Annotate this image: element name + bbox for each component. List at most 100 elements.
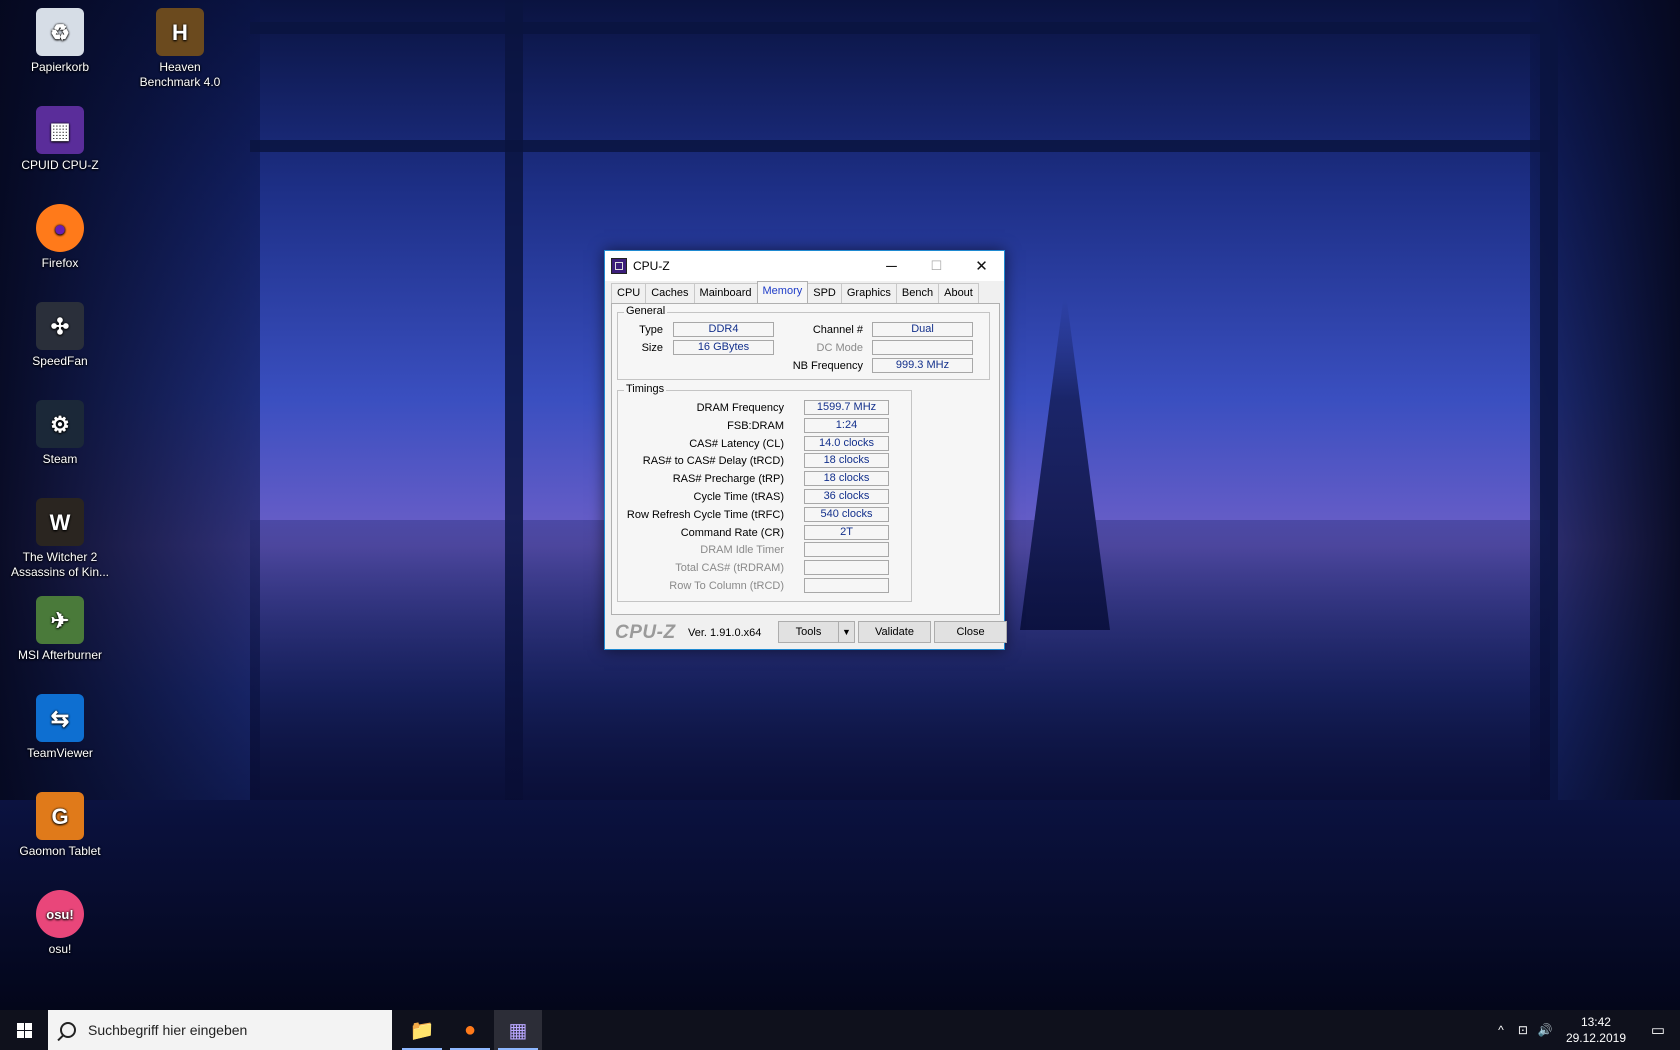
timing-value [804, 542, 889, 558]
timings-group: Timings DRAM Frequency 1599.7 MHz FSB:DRAM… [617, 383, 912, 602]
nbfreq-label: NB Frequency [792, 360, 863, 372]
cpuz-window[interactable]: CPU-Z ─ ☐ ✕ CPU Caches Mainboard Memory SPD G… [604, 250, 1007, 650]
dcmode-value [872, 340, 973, 355]
taskbar: Suchbegriff hier eingeben 📁 ● ▦ ^ ⊡ 🔊 13:4… [0, 1010, 1680, 1050]
clock-date: 29.12.2019 [1565, 1031, 1626, 1045]
timings-legend: Timings [624, 383, 667, 395]
cpuz-icon: ▦ [508, 1019, 528, 1042]
validate-button[interactable]: Validate [858, 621, 931, 643]
timing-label: Row Refresh Cycle Time (tRFC) [626, 508, 784, 521]
timing-label: RAS# to CAS# Delay (tRCD) [642, 455, 784, 468]
network-icon[interactable]: ⊡ [1512, 1023, 1534, 1037]
timing-value: 18 clocks [804, 453, 889, 469]
teamviewer-icon: ⇆ [36, 694, 84, 742]
tab-caches[interactable]: Caches [645, 283, 695, 303]
desktop-icon-witcher[interactable]: W The Witcher 2 Assassins of Kin... [8, 498, 112, 580]
minimize-button[interactable]: ─ [869, 251, 914, 281]
desktop-icon-steam[interactable]: ⚙ Steam [8, 400, 112, 467]
channel-value: Dual [872, 322, 973, 337]
cpuz-icon: ▦ [36, 106, 84, 154]
desktop-icon-speedfan[interactable]: ✣ SpeedFan [8, 302, 112, 369]
search-placeholder: Suchbegriff hier eingeben [88, 1022, 248, 1038]
tab-mainboard[interactable]: Mainboard [693, 283, 758, 303]
desktop-icon-msi-afterburner[interactable]: ✈ MSI Afterburner [8, 596, 112, 663]
recycle-bin-icon: ♻ [36, 8, 84, 56]
desktop-icon-label: Papierkorb [30, 60, 90, 74]
desktop-icon-label: SpeedFan [32, 354, 88, 368]
timing-value [804, 560, 889, 576]
tab-about[interactable]: About [938, 283, 979, 303]
desk-floor [0, 800, 1680, 1010]
search-icon [60, 1022, 76, 1038]
msi-afterburner-icon: ✈ [36, 596, 84, 644]
window-frame-top [250, 22, 1550, 34]
tab-cpu[interactable]: CPU [611, 283, 647, 303]
tools-dropdown-arrow[interactable]: ▼ [839, 621, 855, 643]
maximize-button[interactable]: ☐ [914, 251, 959, 281]
volume-icon[interactable]: 🔊 [1534, 1023, 1556, 1037]
desktop-icon-teamviewer[interactable]: ⇆ TeamViewer [8, 694, 112, 761]
system-tray: ^ ⊡ 🔊 13:42 29.12.2019 ▭ [1490, 1010, 1680, 1050]
timing-label: Cycle Time (tRAS) [693, 491, 784, 503]
desktop-icon-cpuz[interactable]: ▦ CPUID CPU-Z [8, 106, 112, 173]
timing-value: 18 clocks [804, 471, 889, 487]
heaven-benchmark-icon: H [156, 8, 204, 56]
channel-label: Channel # [812, 324, 863, 336]
size-value: 16 GBytes [673, 340, 774, 355]
version-label: Ver. 1.91.0.x64 [688, 627, 762, 639]
timing-label: Total CAS# (tRDRAM) [675, 562, 784, 575]
close-window-button[interactable]: ✕ [959, 251, 1004, 281]
firefox-icon: ● [463, 1018, 477, 1041]
desktop-icon-recycle-bin[interactable]: ♻ Papierkorb [8, 8, 112, 75]
clock-time: 13:42 [1580, 1015, 1611, 1029]
tab-bench[interactable]: Bench [895, 283, 940, 303]
timing-value: 1:24 [804, 417, 889, 433]
desktop-icon-label: Steam [42, 452, 78, 466]
desktop-icon-label: osu! [48, 942, 72, 956]
desktop-icon-label: TeamViewer [27, 746, 93, 760]
window-title: CPU-Z [633, 259, 670, 273]
timing-label: RAS# Precharge (tRP) [672, 473, 784, 486]
desktop-icon-firefox[interactable]: ● Firefox [8, 204, 112, 271]
timing-label: DRAM Frequency [696, 402, 784, 414]
speedfan-icon: ✣ [36, 302, 84, 350]
timing-value: 36 clocks [804, 489, 889, 504]
notifications-icon[interactable]: ▭ [1636, 1021, 1680, 1039]
tools-button[interactable]: Tools [778, 621, 839, 643]
file-explorer-icon: 📁 [409, 1019, 435, 1042]
desktop-icon-label: The Witcher 2 Assassins of Kin... [10, 550, 110, 579]
gaomon-icon: G [36, 792, 84, 840]
timing-label: CAS# Latency (CL) [689, 437, 784, 450]
dcmode-label: DC Mode [816, 342, 863, 354]
tray-chevron-icon[interactable]: ^ [1490, 1023, 1512, 1037]
desktop-icon-heaven-benchmark[interactable]: H Heaven Benchmark 4.0 [128, 8, 232, 90]
cpuz-brand-logo: CPU-Z [615, 622, 676, 643]
witcher-icon: W [36, 498, 84, 546]
taskbar-search-box[interactable]: Suchbegriff hier eingeben [48, 1010, 392, 1050]
pinned-apps: 📁 ● ▦ [398, 1010, 542, 1050]
timing-label: DRAM Idle Timer [700, 544, 784, 557]
window-frame-mid [250, 140, 1550, 152]
title-bar[interactable]: CPU-Z ─ ☐ ✕ [605, 251, 1004, 281]
taskbar-app-cpuz[interactable]: ▦ [494, 1010, 542, 1050]
timing-value: 540 clocks [804, 506, 889, 522]
windows-logo-icon [16, 1022, 32, 1038]
tab-memory[interactable]: Memory [756, 281, 809, 303]
clock[interactable]: 13:42 29.12.2019 [1556, 1014, 1636, 1046]
desktop-icon-label: MSI Afterburner [17, 648, 103, 662]
desktop-icon-gaomon[interactable]: G Gaomon Tablet [8, 792, 112, 859]
desktop-icon-osu[interactable]: osu! osu! [8, 890, 112, 957]
footer-bar: CPU-Z Ver. 1.91.0.x64 Tools ▼ Validate C… [609, 621, 1007, 645]
steam-icon: ⚙ [36, 400, 84, 448]
close-button[interactable]: Close [934, 621, 1007, 643]
memory-panel: General Type DDR4 Size 16 GBytes Channel… [611, 303, 1000, 615]
tab-bar: CPU Caches Mainboard Memory SPD Graphics Bench… [611, 281, 998, 303]
desktop-icon-label: CPUID CPU-Z [21, 158, 99, 172]
start-button[interactable] [0, 1010, 48, 1050]
firefox-icon: ● [36, 204, 84, 252]
timing-value: 14.0 clocks [804, 435, 889, 451]
tab-spd[interactable]: SPD [807, 283, 842, 303]
tab-graphics[interactable]: Graphics [840, 283, 897, 303]
taskbar-app-file-explorer[interactable]: 📁 [398, 1010, 446, 1050]
taskbar-app-firefox[interactable]: ● [446, 1010, 494, 1050]
